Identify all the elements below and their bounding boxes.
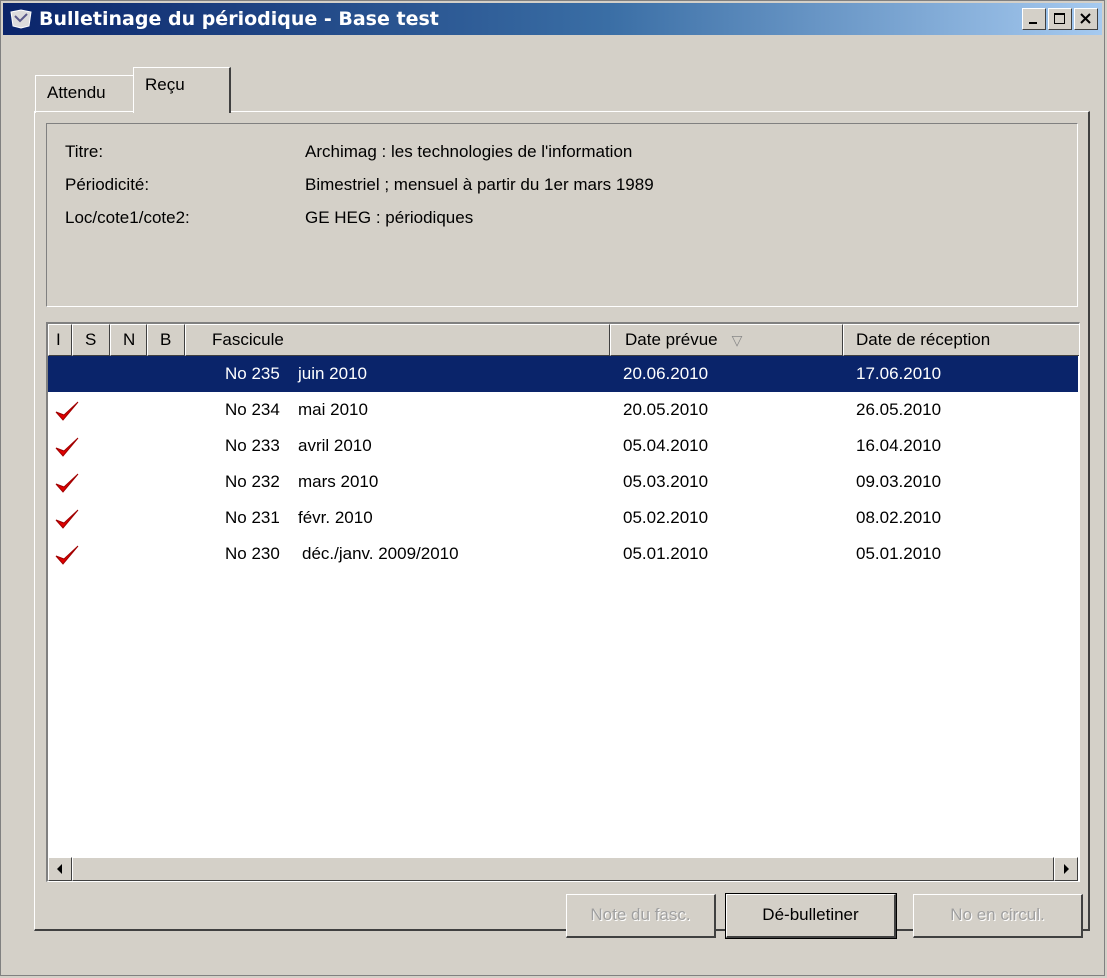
periodicite-value: Bimestriel ; mensuel à partir du 1er mar… <box>305 175 654 194</box>
checkmark-icon <box>54 543 80 580</box>
date-prevue-cell: 05.04.2010 <box>623 436 709 455</box>
close-icon <box>1080 13 1091 24</box>
periodical-info-box: Titre: Archimag : les technologies de l'… <box>46 123 1078 307</box>
fascicule-period: juin 2010 <box>298 364 368 383</box>
date-prevue-cell: 20.06.2010 <box>623 364 709 383</box>
date-prevue-label: Date prévue <box>625 330 718 349</box>
column-header-date-prevue[interactable]: Date prévue ▽ <box>610 324 843 356</box>
table-row[interactable]: No 231 févr. 2010 05.02.2010 08.02.2010 <box>48 500 1078 536</box>
arrow-left-icon <box>57 864 62 874</box>
window-controls <box>1020 8 1098 30</box>
fascicule-number: No 231 <box>225 508 280 527</box>
maximize-button[interactable] <box>1048 8 1072 30</box>
minimize-icon <box>1029 22 1037 24</box>
note-fascicule-button[interactable]: Note du fasc. <box>566 894 716 938</box>
maximize-icon <box>1054 13 1065 24</box>
scrollbar-thumb[interactable] <box>72 857 1054 881</box>
fascicule-number: No 232 <box>225 472 280 491</box>
table-row[interactable]: No 233 avril 2010 05.04.2010 16.04.2010 <box>48 428 1078 464</box>
tab-recu[interactable]: Reçu <box>133 67 231 113</box>
fascicule-number: No 234 <box>225 400 280 419</box>
scroll-right-button[interactable] <box>1054 857 1078 881</box>
horizontal-scrollbar[interactable] <box>48 857 1078 881</box>
date-prevue-cell: 20.05.2010 <box>623 400 709 419</box>
sort-descending-icon: ▽ <box>731 332 743 348</box>
fascicule-period: févr. 2010 <box>298 508 373 527</box>
close-button[interactable] <box>1074 8 1098 30</box>
table-row[interactable]: No 230 déc./janv. 2009/2010 05.01.2010 05.0… <box>48 536 1078 572</box>
date-reception-cell: 08.02.2010 <box>856 508 942 527</box>
window-title: Bulletinage du périodique - Base test <box>39 8 439 30</box>
arrow-right-icon <box>1064 864 1069 874</box>
minimize-button[interactable] <box>1022 8 1046 30</box>
column-header-n[interactable]: N <box>110 324 147 356</box>
fascicule-period: mai 2010 <box>298 400 368 419</box>
fascicule-number: No 233 <box>225 436 280 455</box>
fascicule-period: déc./janv. 2009/2010 <box>302 544 459 563</box>
table-row[interactable]: No 232 mars 2010 05.03.2010 09.03.2010 <box>48 464 1078 500</box>
column-header-fascicule[interactable]: Fascicule <box>185 324 610 356</box>
column-header-s[interactable]: S <box>72 324 110 356</box>
title-bar[interactable]: Bulletinage du périodique - Base test <box>3 3 1102 35</box>
date-reception-cell: 16.04.2010 <box>856 436 942 455</box>
titre-label: Titre: <box>65 142 104 161</box>
table-row[interactable]: No 235 juin 2010 20.06.2010 17.06.2010 <box>48 356 1078 392</box>
date-prevue-cell: 05.01.2010 <box>623 544 709 563</box>
issues-list[interactable]: I S N B Fascicule Date prévue ▽ Date de r… <box>46 322 1080 882</box>
periodical-app-icon <box>10 9 32 29</box>
loc-value: GE HEG : périodiques <box>305 208 474 227</box>
titre-value: Archimag : les technologies de l'informa… <box>305 142 633 161</box>
scroll-left-button[interactable] <box>48 857 72 881</box>
column-header-b[interactable]: B <box>147 324 185 356</box>
main-window: Bulletinage du périodique - Base test At… <box>0 0 1105 976</box>
date-reception-cell: 05.01.2010 <box>856 544 942 563</box>
table-row[interactable]: No 234 mai 2010 20.05.2010 26.05.2010 <box>48 392 1078 428</box>
no-en-circulation-button[interactable]: No en circul. <box>913 894 1083 938</box>
tab-attendu[interactable]: Attendu <box>35 75 135 113</box>
debulletiner-button[interactable]: Dé-bulletiner <box>725 893 897 939</box>
fascicule-number: No 235 <box>225 364 280 383</box>
column-header-date-reception[interactable]: Date de réception <box>843 324 1079 356</box>
loc-label: Loc/cote1/cote2: <box>65 208 190 227</box>
periodicite-label: Périodicité: <box>65 175 150 194</box>
date-reception-cell: 26.05.2010 <box>856 400 942 419</box>
date-prevue-cell: 05.02.2010 <box>623 508 709 527</box>
fascicule-period: avril 2010 <box>298 436 372 455</box>
column-header-i[interactable]: I <box>48 324 72 356</box>
date-reception-cell: 17.06.2010 <box>856 364 942 383</box>
date-prevue-cell: 05.03.2010 <box>623 472 709 491</box>
fascicule-period: mars 2010 <box>298 472 379 491</box>
date-reception-cell: 09.03.2010 <box>856 472 942 491</box>
fascicule-number: No 230 <box>225 544 280 563</box>
list-header: I S N B Fascicule Date prévue ▽ Date de r… <box>48 324 1079 356</box>
